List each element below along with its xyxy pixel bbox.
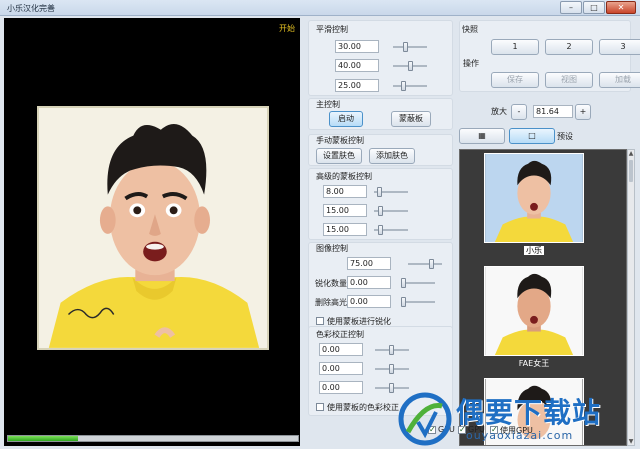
thumbnail-illustration — [485, 154, 583, 242]
advanced-mask-title: 高级的蒙板控制 — [316, 172, 372, 181]
slider-knob[interactable] — [408, 61, 414, 71]
slider-knob[interactable] — [376, 187, 382, 197]
image-viewer[interactable]: 开始 — [4, 18, 300, 446]
load-button[interactable]: 加载 — [599, 72, 640, 88]
snapshot-button-2[interactable]: 2 — [545, 39, 593, 55]
operations-title: 操作 — [463, 59, 479, 68]
slider-knob[interactable] — [401, 81, 407, 91]
set-skin-color-button[interactable]: 设置肤色 — [316, 148, 362, 164]
use-mask-color-label: 使用蒙板的色彩校正 — [327, 403, 399, 412]
single-view-icon: □ — [528, 131, 536, 140]
color-field-3[interactable]: 0.00 — [319, 381, 363, 394]
mask-button[interactable]: 蒙蔽板 — [391, 111, 431, 127]
zoom-value-field[interactable]: 81.64 — [533, 105, 573, 118]
sharpen-label: 锐化数量 — [315, 279, 347, 288]
smoothing-field-3[interactable]: 25.00 — [335, 79, 379, 92]
snapshot-button-1[interactable]: 1 — [491, 39, 539, 55]
minimize-button[interactable]: – — [560, 1, 582, 14]
save-button[interactable]: 保存 — [491, 72, 539, 88]
smoothing-slider-1[interactable] — [393, 42, 427, 52]
preset-label: 预设 — [557, 132, 573, 141]
remove-highlight-slider[interactable] — [401, 297, 435, 307]
preset-thumbnail-2[interactable] — [484, 266, 584, 356]
zoom-in-button[interactable]: + — [575, 104, 591, 120]
color-slider-1[interactable] — [375, 345, 409, 355]
preset-label-2[interactable]: FAE女王 — [484, 358, 584, 369]
preset-label-1[interactable]: 小乐 — [484, 245, 584, 256]
progress-fill — [8, 436, 78, 441]
right-panel: 快照 操作 放大 - 81.64 + ▦ □ 预设 小乐 FAE女王 ▲ ▼ 1… — [459, 18, 640, 446]
smoothing-field-2[interactable]: 40.00 — [335, 59, 379, 72]
preset-thumbnail-1[interactable] — [484, 153, 584, 243]
advanced-slider-1[interactable] — [374, 187, 408, 197]
sharpen-field[interactable]: 0.00 — [347, 276, 391, 289]
manual-mask-group: 手动蒙板控制 设置肤色 添加肤色 — [308, 134, 453, 166]
advanced-mask-group: 高级的蒙板控制 8.00 15.00 15.00 — [308, 168, 453, 240]
zoom-out-button[interactable]: - — [511, 104, 527, 120]
main-control-group: 主控制 启动 蒙蔽板 — [308, 98, 453, 130]
split-view-icon: ▦ — [478, 131, 486, 140]
watermark-title: 偶要下载站 — [456, 396, 602, 429]
remove-highlight-field[interactable]: 0.00 — [347, 295, 391, 308]
smoothing-field-1[interactable]: 30.00 — [335, 40, 379, 53]
portrait-image — [37, 106, 269, 350]
advanced-field-3[interactable]: 15.00 — [323, 223, 367, 236]
watermark-logo-icon — [398, 392, 452, 446]
image-slider-1[interactable] — [408, 259, 442, 269]
smoothing-slider-3[interactable] — [393, 81, 427, 91]
close-button[interactable]: ✕ — [606, 1, 636, 14]
slider-knob[interactable] — [402, 42, 408, 52]
smoothing-slider-2[interactable] — [393, 61, 427, 71]
slider-knob[interactable] — [401, 278, 406, 288]
advanced-field-2[interactable]: 15.00 — [323, 204, 367, 217]
portrait-illustration — [39, 108, 267, 348]
slider-knob[interactable] — [429, 259, 434, 269]
watermark-url: ouyaoxiazai.com — [466, 429, 574, 442]
advanced-slider-2[interactable] — [374, 206, 408, 216]
controls-panel: 平滑控制 30.00 40.00 25.00 主控制 启动 蒙蔽板 手动蒙板控制… — [308, 18, 453, 446]
smoothing-group: 平滑控制 30.00 40.00 25.00 — [308, 20, 453, 96]
scrollbar-thumb[interactable] — [629, 160, 633, 182]
advanced-field-1[interactable]: 8.00 — [323, 185, 367, 198]
view-split-button[interactable]: ▦ — [459, 128, 505, 144]
progress-bar — [7, 435, 299, 442]
preset-name: 小乐 — [524, 246, 544, 255]
use-mask-color-checkbox[interactable] — [316, 403, 324, 411]
title-bar: 小乐汉化完善 – □ ✕ — [0, 0, 640, 16]
add-skin-color-button[interactable]: 添加肤色 — [369, 148, 415, 164]
color-field-2[interactable]: 0.00 — [319, 362, 363, 375]
view-button[interactable]: 视图 — [545, 72, 593, 88]
color-field-1[interactable]: 0.00 — [319, 343, 363, 356]
snapshot-button-3[interactable]: 3 — [599, 39, 640, 55]
slider-knob[interactable] — [378, 225, 384, 235]
thumbnail-illustration — [485, 267, 583, 355]
color-slider-2[interactable] — [375, 364, 409, 374]
main-control-title: 主控制 — [316, 100, 340, 109]
use-mask-sharpen-checkbox[interactable] — [316, 317, 324, 325]
smoothing-title: 平滑控制 — [316, 25, 348, 34]
snapshot-title: 快照 — [462, 25, 478, 34]
watermark: 偶要下载站 ouyaoxiazai.com — [396, 391, 636, 449]
slider-knob[interactable] — [389, 364, 394, 374]
color-correction-title: 色彩校正控制 — [316, 330, 364, 339]
advanced-slider-3[interactable] — [374, 225, 408, 235]
view-single-button[interactable]: □ — [509, 128, 555, 144]
slider-knob[interactable] — [378, 206, 384, 216]
manual-mask-title: 手动蒙板控制 — [316, 136, 364, 145]
slider-knob[interactable] — [401, 297, 406, 307]
start-link[interactable]: 开始 — [279, 23, 295, 34]
zoom-label: 放大 — [491, 107, 507, 116]
image-field-1[interactable]: 75.00 — [347, 257, 391, 270]
window-title: 小乐汉化完善 — [7, 4, 55, 13]
scroll-up-icon[interactable]: ▲ — [628, 150, 634, 157]
slider-knob[interactable] — [389, 383, 394, 393]
maximize-button[interactable]: □ — [583, 1, 605, 14]
slider-knob[interactable] — [389, 345, 394, 355]
sharpen-slider[interactable] — [401, 278, 435, 288]
start-button[interactable]: 启动 — [329, 111, 363, 127]
image-control-title: 图像控制 — [316, 244, 348, 253]
remove-highlight-label: 删除高光 — [315, 298, 347, 307]
color-slider-3[interactable] — [375, 383, 409, 393]
